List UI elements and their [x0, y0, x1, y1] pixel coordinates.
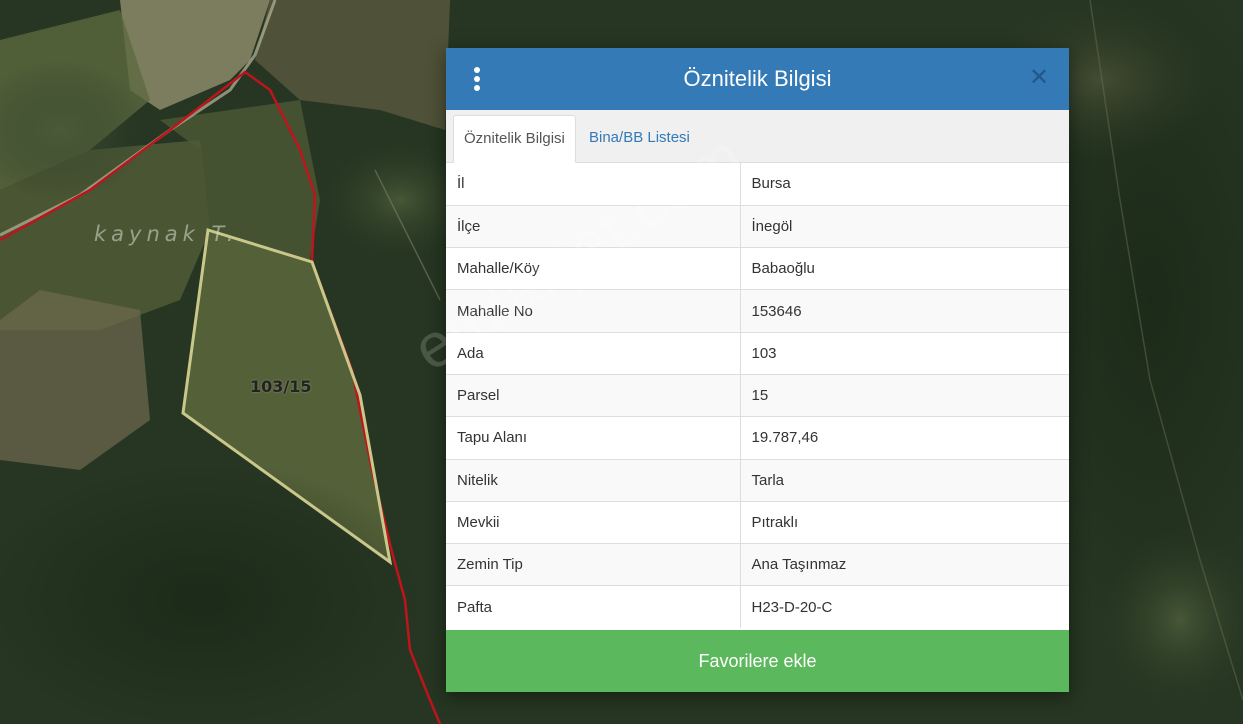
table-row: Parsel 15 — [446, 373, 1069, 417]
row-value: Tarla — [740, 458, 1069, 502]
row-value: İnegöl — [740, 204, 1069, 248]
row-key: Zemin Tip — [446, 543, 741, 586]
dot — [474, 76, 480, 82]
row-value: H23-D-20-C — [740, 585, 1069, 629]
row-value: 153646 — [740, 289, 1069, 333]
table-row: Zemin Tip Ana Taşınmaz — [446, 543, 1069, 586]
row-key: Parsel — [446, 373, 741, 417]
attribute-info-modal: Öznitelik Bilgisi ✕ Öznitelik Bilgisi Bi… — [446, 48, 1069, 692]
table-row: Ada 103 — [446, 331, 1069, 375]
row-value: Pıtraklı — [740, 500, 1069, 544]
row-value: Babaoğlu — [740, 247, 1069, 290]
place-label: kaynak T. — [94, 222, 239, 246]
row-key: Mevkii — [446, 500, 741, 544]
row-value: Ana Taşınmaz — [740, 543, 1069, 586]
table-row: İlçe İnegöl — [446, 204, 1069, 248]
modal-title: Öznitelik Bilgisi — [683, 66, 832, 91]
close-icon[interactable]: ✕ — [1025, 64, 1053, 92]
tab-attribute-info[interactable]: Öznitelik Bilgisi — [453, 115, 576, 163]
row-key: Pafta — [446, 585, 741, 629]
table-row: İl Bursa — [446, 163, 1069, 206]
row-key: İlçe — [446, 204, 741, 248]
table-row: Nitelik Tarla — [446, 458, 1069, 502]
attribute-table: İl Bursa İlçe İnegöl Mahalle/Köy Babaoğl… — [446, 163, 1069, 629]
row-key: Ada — [446, 331, 741, 375]
row-key: İl — [446, 163, 741, 206]
tab-bar: Öznitelik Bilgisi Bina/BB Listesi — [446, 110, 1069, 163]
add-favorite-button[interactable]: Favorilere ekle — [446, 630, 1069, 692]
dot — [474, 85, 480, 91]
vertical-dots-icon[interactable] — [472, 67, 482, 91]
row-key: Mahalle No — [446, 289, 741, 333]
row-key: Mahalle/Köy — [446, 247, 741, 290]
dot — [474, 67, 480, 73]
row-key: Tapu Alanı — [446, 416, 741, 460]
row-key: Nitelik — [446, 458, 741, 502]
parcel-label: 103/15 — [250, 377, 312, 396]
table-row: Mevkii Pıtraklı — [446, 500, 1069, 544]
row-value: 103 — [740, 331, 1069, 375]
tab-building-list[interactable]: Bina/BB Listesi — [579, 115, 700, 162]
table-row: Mahalle/Köy Babaoğlu — [446, 247, 1069, 290]
row-value: Bursa — [751, 175, 791, 193]
row-value: 15 — [740, 373, 1069, 417]
table-row: Tapu Alanı 19.787,46 — [446, 416, 1069, 460]
table-row: Pafta H23-D-20-C — [446, 585, 1069, 629]
table-row: Mahalle No 153646 — [446, 289, 1069, 333]
row-value: 19.787,46 — [740, 416, 1069, 460]
modal-header: Öznitelik Bilgisi ✕ — [446, 48, 1069, 110]
